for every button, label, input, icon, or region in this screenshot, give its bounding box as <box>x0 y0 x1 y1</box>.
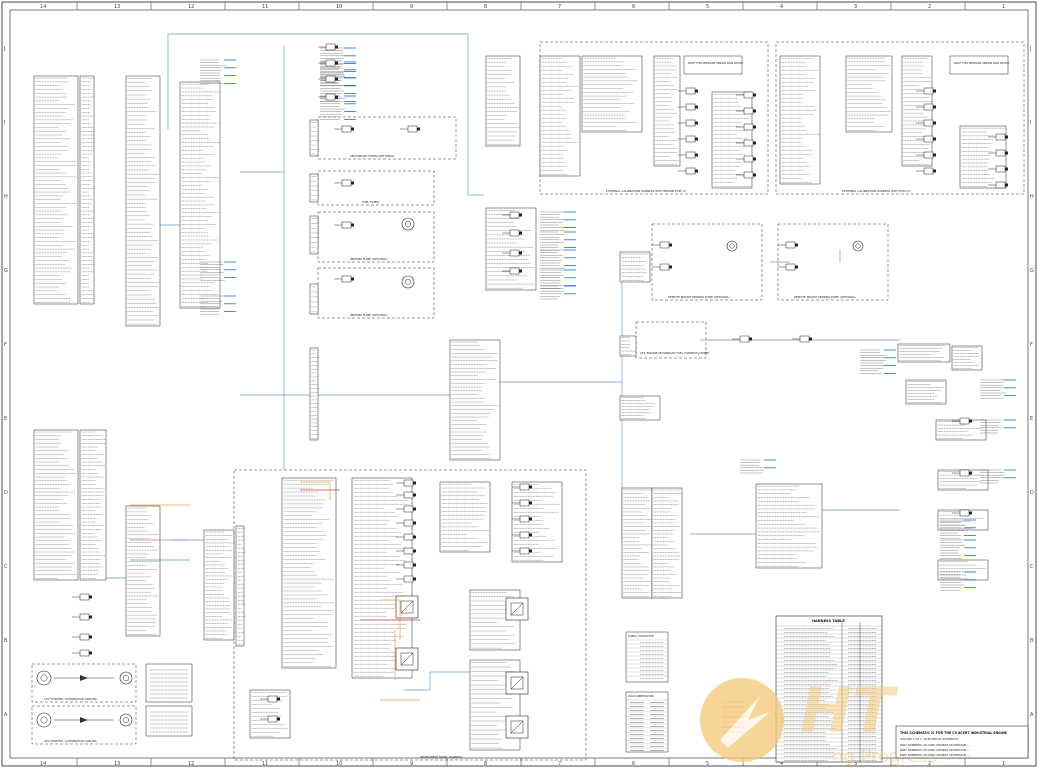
zone-label-bottom: 7 <box>558 761 561 767</box>
zone-label-top: 8 <box>484 4 487 10</box>
zone-label-bottom: 13 <box>114 761 120 767</box>
title-line-2: VOLUME 1 OF 2 - ELECTRICAL SCHEMATIC <box>900 737 959 741</box>
zone-label-left: A <box>4 712 8 718</box>
zone-labels-right: J I H G F E D C B A <box>1029 46 1034 718</box>
zone-label-top: 13 <box>114 4 120 10</box>
zone-label-top: 5 <box>706 4 709 10</box>
zone-label-bottom: 14 <box>40 761 46 767</box>
zone-label-right: H <box>1030 194 1034 200</box>
zone-label-top: 10 <box>336 4 342 10</box>
zone-label-right: G <box>1030 268 1034 274</box>
group-remote-priming-right <box>777 223 889 301</box>
zone-label-top: 3 <box>854 4 857 10</box>
symbol-table: SYMBOL / DESCRIPTION <box>625 631 669 683</box>
starter-tables <box>145 663 193 737</box>
zone-label-bottom: 6 <box>632 761 635 767</box>
caption-remote-priming-left: REMOTE MOUNT PRIMING PUMP (OPTIONAL) <box>668 295 730 299</box>
zone-label-right: C <box>1030 564 1034 570</box>
caption-instrument-panel: INSTRUMENT PANEL HARNESS <box>420 755 463 759</box>
zone-labels-top: 14 13 12 11 10 9 8 7 6 5 4 3 2 1 <box>40 2 1005 10</box>
zone-label-top: 6 <box>632 4 635 10</box>
title-line-5: PART NUMBERS: 00-0000 CHANGE 00-VERSION … <box>900 753 969 757</box>
zone-label-bottom: 8 <box>484 761 487 767</box>
zone-label-top: 1 <box>1002 4 1005 10</box>
wiring-schematic: 14 13 12 11 10 9 8 7 6 5 4 3 2 1 14 13 12 11 10 9 8 7 6 5 4 3 2 1 … <box>1 1 1037 767</box>
caption-priming-pump-2: PRIMING PUMP (OPTIONAL) <box>350 313 388 317</box>
caption-injector-harness-right: EXTERNAL CALIBRATION HARNESS WITH ECM (2… <box>842 189 910 193</box>
zone-label-left: C <box>4 564 8 570</box>
zone-label-right: B <box>1030 638 1034 644</box>
harness-table-title: HARNESS TABLE <box>812 619 845 623</box>
zone-label-bottom: 11 <box>262 761 268 767</box>
watermark-logo: HT <box>800 674 899 747</box>
zone-label-top: 4 <box>780 4 783 10</box>
zone-label-right: I <box>1030 120 1031 126</box>
zone-label-right: E <box>1030 416 1033 422</box>
group-remote-priming-left <box>651 223 763 301</box>
title-block: THIS SCHEMATIC IS FOR THE C9 ACERT INDUS… <box>895 725 1029 759</box>
color-table: COLOR ABBREVIATIONS <box>625 691 669 753</box>
zone-label-top: 14 <box>40 4 46 10</box>
zone-label-left: G <box>4 268 8 274</box>
zone-label-left: B <box>4 638 8 644</box>
zone-label-top: 9 <box>410 4 413 10</box>
title-line-4: PART NUMBERS: 00-0000 CHANGE 00-VERSION … <box>900 748 969 752</box>
zone-label-right: D <box>1030 490 1034 496</box>
zone-label-bottom: 5 <box>706 761 709 767</box>
zone-label-left: J <box>3 46 5 52</box>
zone-label-right: A <box>1030 712 1034 718</box>
group-secondary-filter <box>317 116 457 160</box>
note-box-1 <box>683 55 743 75</box>
zone-label-bottom: 9 <box>410 761 413 767</box>
title-line-1: THIS SCHEMATIC IS FOR THE C9 ACERT INDUS… <box>900 731 1007 735</box>
caption-fuel-jumper: AFT. ENGINE SECONDARY FUEL HARNESS JUMPE… <box>640 351 709 355</box>
note-fuel-press-1: RIGHT FUEL PRESSURE SENSOR MAIN SWITCH <box>688 62 743 65</box>
caption-priming-pump-1: PRIMING PUMP (OPTIONAL) <box>350 257 388 261</box>
zone-label-left: F <box>4 342 7 348</box>
zone-label-top: 12 <box>188 4 194 10</box>
zone-labels-left: J I H G F E D C B A <box>3 46 8 718</box>
zone-label-bottom: 10 <box>336 761 342 767</box>
zone-label-bottom: 1 <box>1002 761 1005 767</box>
caption-starter-12v: 12V STARTER / ALTERNATOR CABLING <box>44 697 97 701</box>
symbol-table-title: SYMBOL / DESCRIPTION <box>628 635 654 638</box>
zone-label-right: J <box>1029 46 1031 52</box>
zone-label-top: 11 <box>262 4 268 10</box>
zone-label-top: 7 <box>558 4 561 10</box>
schematic-sheet: 14 13 12 11 10 9 8 7 6 5 4 3 2 1 14 13 12 11 10 9 8 7 6 5 4 3 2 1 … <box>0 0 1038 768</box>
group-priming-pump-1 <box>317 211 435 263</box>
group-priming-pump-2 <box>317 267 435 319</box>
zone-label-left: I <box>4 120 5 126</box>
caption-starter-24v: 24V STARTER / ALTERNATOR CABLING <box>44 739 97 743</box>
color-table-title: COLOR ABBREVIATIONS <box>628 695 655 698</box>
zone-label-left: H <box>4 194 8 200</box>
caption-fuel-filter: FUEL FILTER <box>362 200 379 204</box>
caption-remote-priming-right: REMOTE MOUNT PRIMING PUMP (OPTIONAL) <box>794 295 856 299</box>
zone-label-left: D <box>4 490 8 496</box>
note-fuel-press-2: RIGHT FUEL PRESSURE SENSOR MAIN SWITCH <box>954 62 1009 65</box>
zone-label-bottom: 12 <box>188 761 194 767</box>
zone-label-right: F <box>1030 342 1033 348</box>
title-line-3: PART NUMBERS: 00-0000 CHANGE 00-VERSION … <box>900 743 969 747</box>
caption-injector-harness-left: EXTERNAL CALIBRATION HARNESS WITH ENGINE… <box>606 189 686 193</box>
caption-secondary-filter: SECONDARY FILTER (OPTIONAL) <box>350 154 394 158</box>
zone-label-top: 2 <box>928 4 931 10</box>
zone-label-left: E <box>4 416 7 422</box>
note-box-2 <box>949 55 1009 75</box>
